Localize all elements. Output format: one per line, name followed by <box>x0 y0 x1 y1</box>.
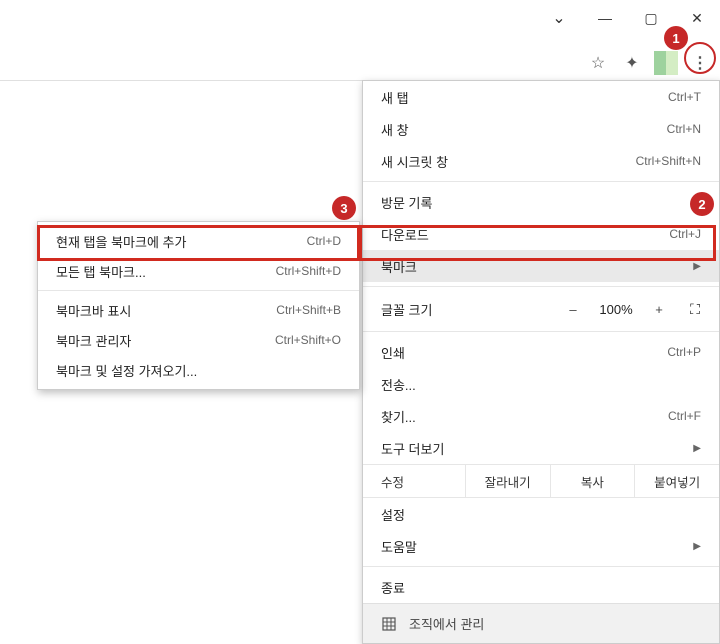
menu-shortcut: Ctrl+N <box>667 122 701 136</box>
menu-history[interactable]: 방문 기록 ▶ <box>363 186 719 218</box>
submenu-import-bookmarks[interactable]: 북마크 및 설정 가져오기... <box>38 355 359 385</box>
menu-shortcut: Ctrl+F <box>668 409 701 423</box>
submenu-arrow-icon: ▶ <box>693 541 701 552</box>
zoom-out-button[interactable]: – <box>555 302 591 317</box>
menu-label: 도구 더보기 <box>381 439 685 458</box>
menu-managed-by-org[interactable]: 조직에서 관리 <box>363 603 719 643</box>
menu-zoom: 글꼴 크기 – 100% + ⛶ <box>363 291 719 327</box>
menu-bookmarks[interactable]: 북마크 ▶ <box>363 250 719 282</box>
annotation-badge-3: 3 <box>332 196 356 220</box>
submenu-show-bookmark-bar[interactable]: 북마크바 표시 Ctrl+Shift+B <box>38 295 359 325</box>
menu-separator <box>363 286 719 287</box>
menu-label: 북마크 <box>381 257 685 276</box>
menu-shortcut: Ctrl+D <box>307 234 341 248</box>
menu-shortcut: Ctrl+Shift+B <box>276 303 341 317</box>
menu-label: 북마크바 표시 <box>56 301 276 320</box>
menu-shortcut: Ctrl+J <box>669 227 701 241</box>
menu-find[interactable]: 찾기... Ctrl+F <box>363 400 719 432</box>
menu-shortcut: Ctrl+T <box>668 90 701 104</box>
menu-help[interactable]: 도움말 ▶ <box>363 530 719 562</box>
kebab-menu-button[interactable]: ⋮ <box>686 49 714 77</box>
menu-more-tools[interactable]: 도구 더보기 ▶ <box>363 432 719 464</box>
menu-downloads[interactable]: 다운로드 Ctrl+J <box>363 218 719 250</box>
submenu-arrow-icon: ▶ <box>693 443 701 454</box>
annotation-badge-1: 1 <box>664 26 688 50</box>
menu-label: 방문 기록 <box>381 193 685 212</box>
zoom-in-button[interactable]: + <box>641 302 677 317</box>
menu-label: 새 탭 <box>381 88 668 107</box>
submenu-bookmark-manager[interactable]: 북마크 관리자 Ctrl+Shift+O <box>38 325 359 355</box>
menu-label: 모든 탭 북마크... <box>56 262 276 281</box>
minimize-button[interactable]: — <box>582 0 628 36</box>
submenu-arrow-icon: ▶ <box>693 261 701 272</box>
edit-cut-button[interactable]: 잘라내기 <box>465 465 550 497</box>
menu-separator <box>363 331 719 332</box>
menu-label: 조직에서 관리 <box>409 614 484 633</box>
extensions-icon[interactable]: ✦ <box>618 49 646 77</box>
menu-label: 북마크 및 설정 가져오기... <box>56 361 341 380</box>
menu-label: 설정 <box>381 505 701 524</box>
menu-separator <box>363 181 719 182</box>
edit-copy-button[interactable]: 복사 <box>550 465 635 497</box>
profile-icon[interactable] <box>652 49 680 77</box>
annotation-badge-2: 2 <box>690 192 714 216</box>
menu-incognito[interactable]: 새 시크릿 창 Ctrl+Shift+N <box>363 145 719 177</box>
menu-shortcut: Ctrl+P <box>667 345 701 359</box>
menu-label: 전송... <box>381 375 701 394</box>
building-icon <box>381 616 397 632</box>
menu-settings[interactable]: 설정 <box>363 498 719 530</box>
menu-label: 인쇄 <box>381 343 667 362</box>
menu-print[interactable]: 인쇄 Ctrl+P <box>363 336 719 368</box>
browser-main-menu: 새 탭 Ctrl+T 새 창 Ctrl+N 새 시크릿 창 Ctrl+Shift… <box>362 80 720 644</box>
menu-label: 현재 탭을 북마크에 추가 <box>56 232 307 251</box>
menu-exit[interactable]: 종료 <box>363 571 719 603</box>
menu-edit-label: 수정 <box>363 465 465 497</box>
browser-toolbar: ☆ ✦ ⋮ <box>0 45 720 81</box>
bookmarks-submenu: 현재 탭을 북마크에 추가 Ctrl+D 모든 탭 북마크... Ctrl+Sh… <box>37 221 360 390</box>
menu-label: 북마크 관리자 <box>56 331 275 350</box>
menu-cast[interactable]: 전송... <box>363 368 719 400</box>
menu-label: 종료 <box>381 578 701 597</box>
fullscreen-button[interactable]: ⛶ <box>677 301 713 318</box>
menu-shortcut: Ctrl+Shift+O <box>275 333 341 347</box>
menu-label: 새 창 <box>381 120 667 139</box>
menu-shortcut: Ctrl+Shift+D <box>276 264 341 278</box>
menu-label: 글꼴 크기 <box>381 300 555 319</box>
menu-label: 새 시크릿 창 <box>381 152 636 171</box>
menu-shortcut: Ctrl+Shift+N <box>636 154 701 168</box>
bookmark-star-icon[interactable]: ☆ <box>584 49 612 77</box>
menu-label: 찾기... <box>381 407 668 426</box>
submenu-add-bookmark[interactable]: 현재 탭을 북마크에 추가 Ctrl+D <box>38 226 359 256</box>
menu-new-window[interactable]: 새 창 Ctrl+N <box>363 113 719 145</box>
menu-edit-row: 수정 잘라내기 복사 붙여넣기 <box>363 464 719 498</box>
menu-new-tab[interactable]: 새 탭 Ctrl+T <box>363 81 719 113</box>
tab-chevron-icon[interactable]: ⌄ <box>536 0 582 36</box>
window-controls: ⌄ — ▢ ✕ <box>536 0 720 36</box>
submenu-bookmark-all[interactable]: 모든 탭 북마크... Ctrl+Shift+D <box>38 256 359 286</box>
menu-label: 도움말 <box>381 537 685 556</box>
edit-paste-button[interactable]: 붙여넣기 <box>634 465 719 497</box>
menu-separator <box>38 290 359 291</box>
menu-separator <box>363 566 719 567</box>
zoom-value: 100% <box>591 302 641 317</box>
menu-label: 다운로드 <box>381 225 669 244</box>
